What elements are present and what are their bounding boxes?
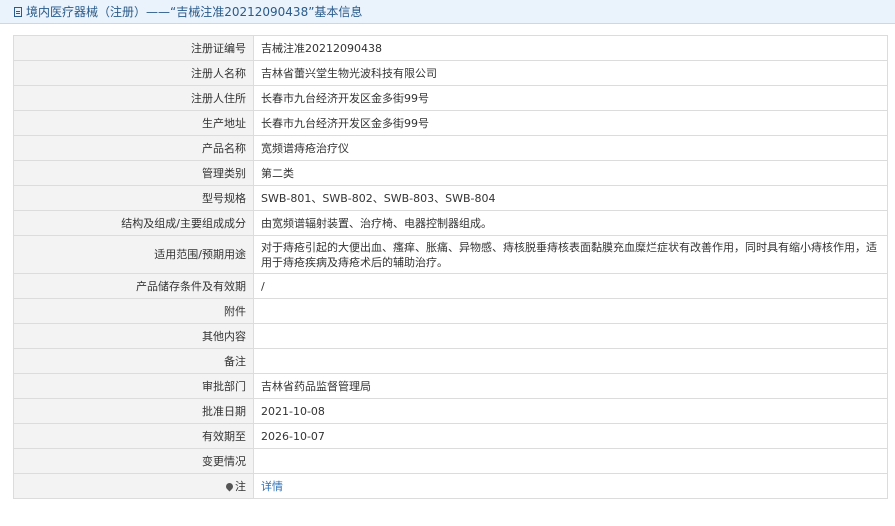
row-value: 2021-10-08 — [253, 398, 888, 424]
table-row: 注册证编号 吉械注准20212090438 — [13, 35, 888, 61]
table-row: 附件 — [13, 298, 888, 324]
row-value: 2026-10-07 — [253, 423, 888, 449]
row-label: 适用范围/预期用途 — [13, 235, 254, 274]
row-label: 有效期至 — [13, 423, 254, 449]
row-label: 产品储存条件及有效期 — [13, 273, 254, 299]
table-row: 有效期至 2026-10-07 — [13, 423, 888, 449]
table-row: 结构及组成/主要组成成分 由宽频谱辐射装置、治疗椅、电器控制器组成。 — [13, 210, 888, 236]
row-value — [253, 348, 888, 374]
table-row-note: 注 详情 — [13, 473, 888, 499]
row-value: 由宽频谱辐射装置、治疗椅、电器控制器组成。 — [253, 210, 888, 236]
table-row: 产品名称 宽频谱痔疮治疗仪 — [13, 135, 888, 161]
page-title: 境内医疗器械（注册）——“吉械注准20212090438”基本信息 — [26, 5, 363, 19]
row-label: 结构及组成/主要组成成分 — [13, 210, 254, 236]
table-row: 注册人名称 吉林省蕾兴堂生物光波科技有限公司 — [13, 60, 888, 86]
row-value: 对于痔疮引起的大便出血、瘙痒、胀痛、异物感、痔核脱垂痔核表面黏膜充血糜烂症状有改… — [253, 235, 888, 274]
row-label: 备注 — [13, 348, 254, 374]
table-row: 注册人住所 长春市九台经济开发区金多街99号 — [13, 85, 888, 111]
row-value: 长春市九台经济开发区金多街99号 — [253, 85, 888, 111]
detail-link[interactable]: 详情 — [261, 480, 283, 493]
row-value: SWB-801、SWB-802、SWB-803、SWB-804 — [253, 185, 888, 211]
row-label: 注册人住所 — [13, 85, 254, 111]
row-value — [253, 323, 888, 349]
note-label-cell: 注 — [13, 473, 254, 499]
row-value: 宽频谱痔疮治疗仪 — [253, 135, 888, 161]
row-label: 注册证编号 — [13, 35, 254, 61]
row-label: 审批部门 — [13, 373, 254, 399]
row-value: 吉林省药品监督管理局 — [253, 373, 888, 399]
info-table: 注册证编号 吉械注准20212090438 注册人名称 吉林省蕾兴堂生物光波科技… — [13, 35, 888, 499]
table-row: 管理类别 第二类 — [13, 160, 888, 186]
row-value: / — [253, 273, 888, 299]
row-label: 型号规格 — [13, 185, 254, 211]
table-row: 生产地址 长春市九台经济开发区金多街99号 — [13, 110, 888, 136]
row-label: 其他内容 — [13, 323, 254, 349]
row-value: 吉械注准20212090438 — [253, 35, 888, 61]
row-value: 长春市九台经济开发区金多街99号 — [253, 110, 888, 136]
table-row: 适用范围/预期用途 对于痔疮引起的大便出血、瘙痒、胀痛、异物感、痔核脱垂痔核表面… — [13, 235, 888, 274]
table-row: 其他内容 — [13, 323, 888, 349]
document-icon — [14, 6, 22, 17]
table-row: 型号规格 SWB-801、SWB-802、SWB-803、SWB-804 — [13, 185, 888, 211]
table-row: 批准日期 2021-10-08 — [13, 398, 888, 424]
note-value-cell: 详情 — [253, 473, 888, 499]
pin-icon — [224, 481, 235, 491]
row-label: 附件 — [13, 298, 254, 324]
row-label: 批准日期 — [13, 398, 254, 424]
row-label: 管理类别 — [13, 160, 254, 186]
row-label: 生产地址 — [13, 110, 254, 136]
page-header: 境内医疗器械（注册）——“吉械注准20212090438”基本信息 — [0, 0, 895, 24]
note-label: 注 — [235, 479, 246, 493]
table-row: 备注 — [13, 348, 888, 374]
row-value — [253, 298, 888, 324]
page: 境内医疗器械（注册）——“吉械注准20212090438”基本信息 注册证编号 … — [0, 0, 895, 526]
row-value: 第二类 — [253, 160, 888, 186]
row-value — [253, 448, 888, 474]
table-row: 产品储存条件及有效期 / — [13, 273, 888, 299]
row-label: 注册人名称 — [13, 60, 254, 86]
table-row: 审批部门 吉林省药品监督管理局 — [13, 373, 888, 399]
row-value: 吉林省蕾兴堂生物光波科技有限公司 — [253, 60, 888, 86]
row-label: 变更情况 — [13, 448, 254, 474]
table-row: 变更情况 — [13, 448, 888, 474]
row-label: 产品名称 — [13, 135, 254, 161]
